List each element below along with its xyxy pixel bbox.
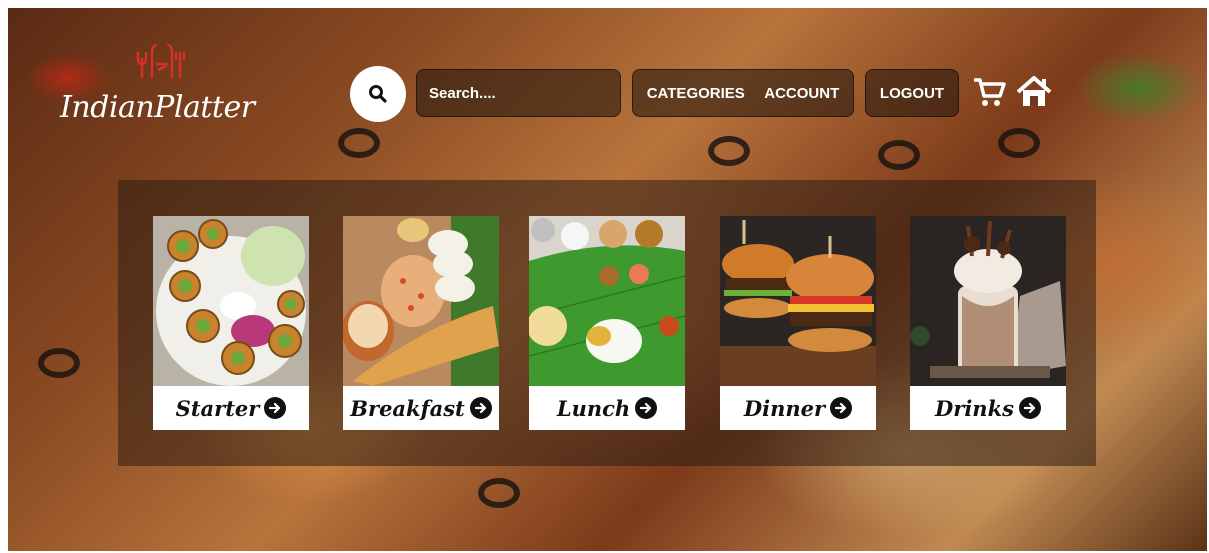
drinks-label: Drinks [910, 386, 1066, 430]
category-card-lunch[interactable]: Lunch [529, 216, 685, 430]
dinner-image [720, 216, 876, 386]
search-button[interactable] [350, 66, 406, 122]
lunch-image [529, 216, 685, 386]
brand-name: IndianPlatter [60, 90, 255, 125]
category-label-text: Starter [175, 395, 260, 421]
home-button[interactable] [1014, 72, 1054, 112]
starter-image [153, 216, 309, 386]
arrow-right-icon [830, 397, 853, 419]
olive-decor [878, 140, 920, 170]
breakfast-image [343, 216, 499, 386]
arrow-right-icon [1018, 397, 1041, 419]
account-button[interactable]: ACCOUNT [764, 85, 839, 102]
drinks-image [910, 216, 1066, 386]
olive-decor [708, 136, 750, 166]
category-card-starter[interactable]: Starter [153, 216, 309, 430]
category-card-drinks[interactable]: Drinks [910, 216, 1066, 430]
dinner-label: Dinner [720, 386, 876, 430]
category-panel: Starter Breakfast Lunch Dinner Drinks [118, 180, 1096, 466]
category-label-text: Breakfast [350, 395, 465, 421]
arrow-right-icon [635, 397, 658, 419]
categories-button[interactable]: CATEGORIES [647, 85, 745, 102]
starter-label: Starter [153, 386, 309, 430]
olive-decor [38, 348, 80, 378]
nav-group: CATEGORIES ACCOUNT [632, 69, 854, 117]
olive-decor [338, 128, 380, 158]
arrow-right-icon [264, 397, 287, 419]
olive-decor [998, 128, 1040, 158]
logout-button[interactable]: LOGOUT [865, 69, 959, 117]
cart-icon [974, 78, 1006, 106]
category-label-text: Lunch [556, 395, 631, 421]
category-card-breakfast[interactable]: Breakfast [343, 216, 499, 430]
category-card-dinner[interactable]: Dinner [720, 216, 876, 430]
page-background: IndianPlatter CATEGORIES ACCOUNT LOGOUT [8, 8, 1207, 551]
home-icon [1016, 76, 1052, 106]
breakfast-label: Breakfast [343, 386, 499, 430]
platter-logo-icon [136, 44, 186, 78]
category-label-text: Dinner [743, 395, 826, 421]
lunch-label: Lunch [529, 386, 685, 430]
category-label-text: Drinks [935, 395, 1014, 421]
arrow-right-icon [469, 397, 492, 419]
brand-logo[interactable]: IndianPlatter [60, 38, 270, 138]
olive-decor [478, 478, 520, 508]
search-input[interactable] [416, 69, 621, 117]
search-icon [369, 85, 387, 103]
cart-button[interactable] [968, 72, 1008, 112]
